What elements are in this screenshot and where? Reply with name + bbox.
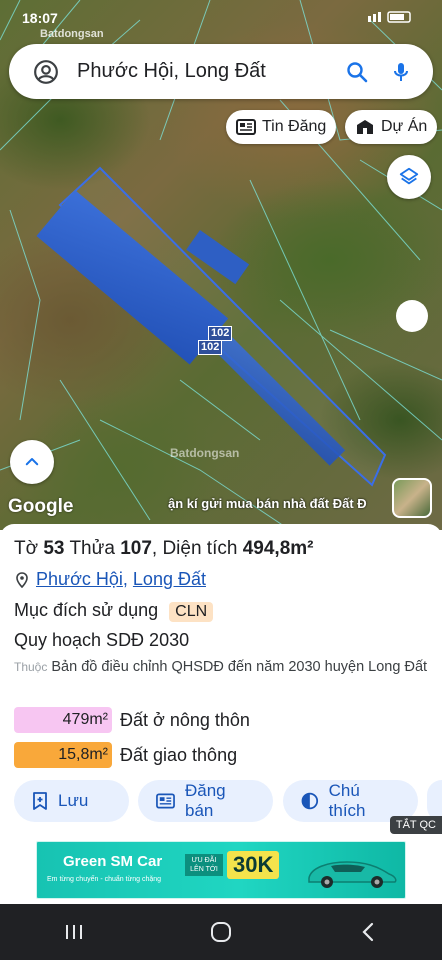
land-purpose-label: Mục đích sử dụng (14, 600, 159, 620)
save-label: Lưu (58, 791, 89, 810)
google-logo: Google (8, 496, 74, 517)
microphone-icon[interactable] (389, 60, 413, 84)
district-link[interactable]: Long Đất (133, 569, 206, 589)
land-use-label: Đất giao thông (120, 744, 238, 765)
plan-heading: Quy hoạch SDĐ 2030 (14, 630, 190, 650)
ad-amount: 30K (227, 851, 280, 879)
parcel-number-label[interactable]: 102 (208, 326, 233, 341)
search-input[interactable]: Phước Hội, Long Đất (77, 60, 345, 83)
ad-deal-label: ƯU ĐÃI LÊN TỚI (185, 854, 223, 876)
contrast-icon (301, 792, 319, 810)
search-icon[interactable] (345, 60, 369, 84)
home-icon (210, 922, 231, 942)
area-value: 494,8m² (242, 538, 314, 559)
land-use-row: 15,8m² Đất giao thông (14, 742, 237, 768)
watermark-text: Batdongsan (40, 28, 104, 40)
ad-marquee-text[interactable]: ận kí gửi mua bán nhà đất Đất Đ (168, 496, 367, 511)
address-separator: , (122, 569, 128, 589)
ward-link[interactable]: Phước Hội (36, 569, 123, 589)
layers-icon (399, 167, 419, 185)
sheet-number: 53 (43, 538, 65, 559)
belongs-prefix: Thuộc (14, 660, 48, 674)
land-purpose-badge: CLN (169, 602, 214, 622)
search-bar[interactable]: Phước Hội, Long Đất (9, 44, 433, 99)
save-button[interactable]: Lưu (14, 780, 129, 822)
land-use-area: 479m² (14, 707, 112, 733)
parcel-info-panel: Tờ 53 Thửa 107, Diện tích 494,8m² Phước … (0, 524, 442, 910)
legend-label: Chú thích (328, 781, 366, 820)
bookmark-add-icon (33, 792, 47, 810)
signal-battery-icon (368, 11, 411, 23)
belongs-text: Bản đồ điều chỉnh QHSDĐ đến năm 2030 huy… (51, 659, 428, 675)
tin-dang-label: Tin Đăng (262, 118, 327, 135)
back-icon (362, 922, 374, 942)
system-nav-bar (0, 904, 442, 960)
parcel-number-label[interactable]: 102 (198, 340, 223, 355)
post-sale-label: Đăng bán (184, 781, 226, 820)
land-use-area: 15,8m² (14, 742, 112, 768)
status-icons (368, 10, 428, 27)
status-time: 18:07 (22, 10, 58, 26)
area-label: Diện tích (162, 538, 238, 559)
recents-icon (65, 925, 82, 939)
car-icon (308, 861, 397, 888)
map-view[interactable]: 102 102 18:07 Batdongsan Phước Hội, Long… (0, 0, 442, 530)
ad-brand: Green SM Car (63, 853, 163, 870)
map-watermark: Batdongsan (170, 446, 240, 460)
plot-label: Thửa (69, 538, 115, 559)
hide-ad-button[interactable]: TẮT QC (389, 816, 442, 834)
expand-up-button[interactable] (10, 440, 54, 484)
land-use-label: Đất ở nông thôn (120, 709, 250, 730)
land-use-row: 479m² Đất ở nông thôn (14, 707, 250, 733)
plan-source-text: Thuộc Bản đồ điều chỉnh QHSDĐ đến năm 20… (14, 656, 432, 678)
du-an-label: Dự Án (381, 118, 428, 135)
ad-tagline: Em từng chuyến - chuẩn từng chặng (47, 876, 162, 883)
post-sale-button[interactable]: Đăng bán (138, 780, 273, 822)
back-button[interactable] (348, 912, 388, 952)
building-icon (357, 120, 373, 134)
layers-button[interactable] (387, 155, 431, 199)
land-purpose-row: Mục đích sử dụng CLN (14, 600, 214, 622)
parcel-title: Tờ 53 Thửa 107, Diện tích 494,8m² (14, 538, 314, 559)
plot-number: 107 (120, 538, 152, 559)
chevron-up-icon (25, 458, 39, 466)
parcel-address: Phước Hội, Long Đất (16, 569, 206, 590)
recents-button[interactable] (54, 912, 94, 952)
sheet-label: Tờ (14, 538, 39, 559)
location-pin-icon (16, 571, 28, 588)
du-an-chip[interactable]: Dự Án (345, 110, 438, 144)
tin-dang-chip[interactable]: Tin Đăng (226, 110, 337, 144)
newspaper-icon (156, 793, 175, 809)
ad-banner[interactable]: Green SM Car Em từng chuyến - chuẩn từng… (36, 841, 406, 899)
compass-button[interactable] (396, 300, 428, 332)
account-icon[interactable] (33, 59, 59, 85)
home-button[interactable] (201, 912, 241, 952)
ad-thumbnail[interactable] (392, 478, 432, 518)
newspaper-icon (236, 119, 256, 135)
